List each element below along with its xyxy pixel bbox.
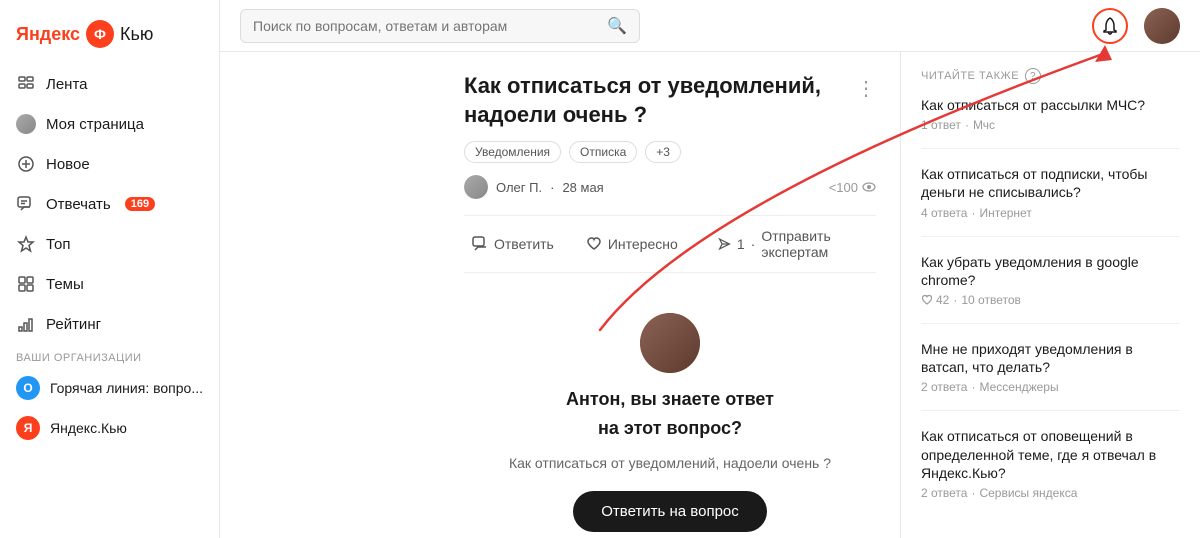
org-item-yandex[interactable]: Я Яндекс.Кью: [0, 408, 219, 448]
send-count: 1: [737, 236, 745, 252]
answer-label: Отвечать: [46, 196, 111, 213]
org-label-yandex: Яндекс.Кью: [50, 420, 127, 436]
answer-question-button[interactable]: Ответить на вопрос: [573, 491, 767, 532]
related-meta-1: 1 ответ · Мчс: [921, 118, 1180, 132]
related-title-4[interactable]: Мне не приходят уведомления в ватсап, чт…: [921, 340, 1180, 376]
tag-notifications[interactable]: Уведомления: [464, 141, 561, 163]
rating-icon: [16, 314, 36, 334]
invite-section: Антон, вы знаете ответ на этот вопрос? К…: [464, 293, 876, 538]
like-button[interactable]: Интересно: [578, 232, 686, 256]
related-meta-2: 4 ответа · Интернет: [921, 206, 1180, 220]
help-icon[interactable]: ?: [1025, 68, 1041, 84]
related-title-1[interactable]: Как отписаться от рассылки МЧС?: [921, 96, 1180, 114]
invite-title: Антон, вы знаете ответ: [566, 389, 774, 410]
top-label: Топ: [46, 236, 70, 253]
author-row: Олег П. · 28 мая <100: [464, 175, 876, 199]
tag-unsubscribe[interactable]: Отписка: [569, 141, 637, 163]
feed-icon: [16, 74, 36, 94]
related-meta-3: 42 · 10 ответов: [921, 293, 1180, 307]
tag-more[interactable]: +3: [645, 141, 681, 163]
related-title-3[interactable]: Как убрать уведомления в google chrome?: [921, 253, 1180, 289]
question-title: Как отписаться от уведомлений, надоели о…: [464, 72, 876, 129]
sidebar: Яндекс Ф Кью Лента: [0, 0, 220, 538]
author-avatar: [464, 175, 488, 199]
search-input[interactable]: [253, 18, 599, 34]
answer-icon: [16, 194, 36, 214]
send-label: Отправить экспертам: [761, 228, 876, 260]
orgs-section-title: ВАШИ ОРГАНИЗАЦИИ: [0, 344, 219, 368]
sidebar-item-answer[interactable]: Отвечать 169: [0, 184, 219, 224]
logo-yandex: Яндекс: [16, 24, 80, 45]
themes-label: Темы: [46, 276, 84, 293]
answer-badge: 169: [125, 197, 155, 211]
separator: ·: [550, 180, 554, 195]
org-label-hotline: Горячая линия: вопро...: [50, 380, 203, 396]
also-read-header: ЧИТАЙТЕ ТАКЖЕ ?: [921, 68, 1180, 84]
sidebar-item-new[interactable]: Новое: [0, 144, 219, 184]
org-icon-yandex: Я: [16, 416, 40, 440]
sidebar-item-rating[interactable]: Рейтинг: [0, 304, 219, 344]
question-tags: Уведомления Отписка +3: [464, 141, 876, 163]
logo: Яндекс Ф Кью: [0, 12, 219, 64]
author-name[interactable]: Олег П.: [496, 180, 542, 195]
logo-circle: Ф: [86, 20, 114, 48]
question-content: ⋮ Как отписаться от уведомлений, надоели…: [440, 52, 900, 538]
new-icon: [16, 154, 36, 174]
invite-avatar: [640, 313, 700, 373]
feed-label: Лента: [46, 76, 88, 93]
send-experts-button[interactable]: 1 · Отправить экспертам: [718, 228, 876, 260]
mypage-icon: [16, 114, 36, 134]
top-icon: [16, 234, 36, 254]
related-meta-5: 2 ответа · Сервисы яндекса: [921, 486, 1180, 500]
more-options-button[interactable]: ⋮: [856, 76, 876, 101]
invite-question-text: Как отписаться от уведомлений, надоели о…: [509, 455, 831, 471]
related-item-5: Как отписаться от оповещений в определен…: [921, 427, 1180, 516]
like-btn-label: Интересно: [608, 236, 678, 252]
answer-button[interactable]: Ответить: [464, 232, 562, 256]
new-label: Новое: [46, 156, 90, 173]
logo-kyu: Кью: [120, 24, 153, 45]
related-title-5[interactable]: Как отписаться от оповещений в определен…: [921, 427, 1180, 482]
sidebar-item-feed[interactable]: Лента: [0, 64, 219, 104]
search-icon: 🔍: [607, 16, 627, 36]
related-item-2: Как отписаться от подписки, чтобы деньги…: [921, 165, 1180, 236]
answer-btn-label: Ответить: [494, 236, 554, 252]
also-read-label: ЧИТАЙТЕ ТАКЖЕ: [921, 70, 1019, 82]
org-icon-hotline: O: [16, 376, 40, 400]
sidebar-item-mypage[interactable]: Моя страница: [0, 104, 219, 144]
question-date: 28 мая: [562, 180, 603, 195]
search-box: 🔍: [240, 9, 640, 43]
main-content: ⋮ Как отписаться от уведомлений, надоели…: [440, 52, 1200, 538]
sidebar-item-themes[interactable]: Темы: [0, 264, 219, 304]
related-title-2[interactable]: Как отписаться от подписки, чтобы деньги…: [921, 165, 1180, 201]
related-meta-4: 2 ответа · Мессенджеры: [921, 380, 1180, 394]
views-count: <100: [829, 180, 876, 195]
org-item-hotline[interactable]: O Горячая линия: вопро...: [0, 368, 219, 408]
sidebar-item-top[interactable]: Топ: [0, 224, 219, 264]
mypage-label: Моя страница: [46, 116, 144, 133]
related-item-4: Мне не приходят уведомления в ватсап, чт…: [921, 340, 1180, 411]
related-item-1: Как отписаться от рассылки МЧС? 1 ответ …: [921, 96, 1180, 149]
invite-subtitle: на этот вопрос?: [598, 418, 742, 439]
header: 🔍: [220, 0, 1200, 52]
right-sidebar: ЧИТАЙТЕ ТАКЖЕ ? Как отписаться от рассыл…: [900, 52, 1200, 538]
question-actions: Ответить Интересно 1 · Отправить: [464, 215, 876, 273]
notification-bell[interactable]: [1092, 8, 1128, 44]
rating-label: Рейтинг: [46, 316, 101, 333]
user-avatar[interactable]: [1144, 8, 1180, 44]
related-item-3: Как убрать уведомления в google chrome? …: [921, 253, 1180, 324]
themes-icon: [16, 274, 36, 294]
